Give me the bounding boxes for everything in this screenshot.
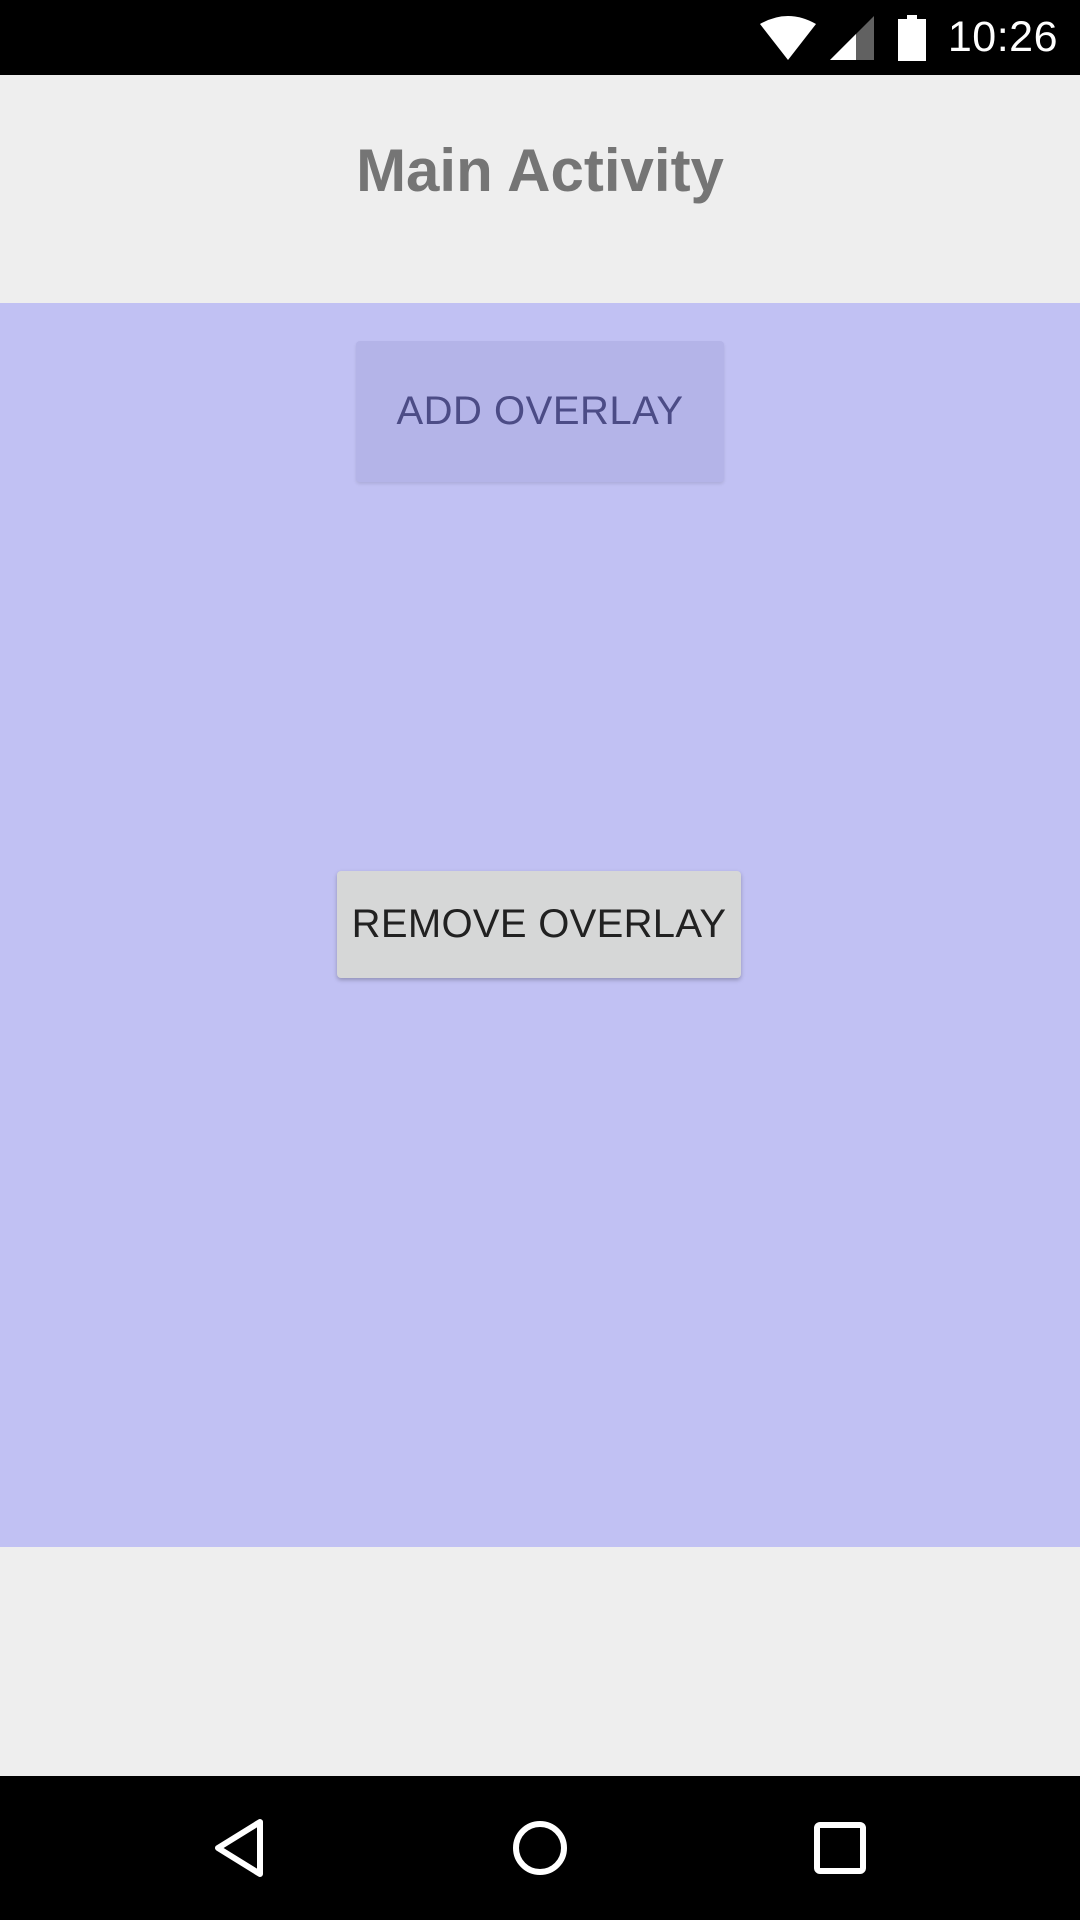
navigation-bar xyxy=(0,1776,1080,1920)
nav-back-button[interactable] xyxy=(140,1776,340,1920)
recents-icon xyxy=(814,1822,866,1874)
nav-home-button[interactable] xyxy=(440,1776,640,1920)
remove-overlay-button[interactable]: REMOVE OVERLAY xyxy=(337,871,741,978)
wifi-icon xyxy=(759,15,816,60)
status-bar: 10:26 xyxy=(0,0,1080,75)
cell-signal-icon xyxy=(829,15,874,60)
nav-recents-button[interactable] xyxy=(740,1776,940,1920)
status-clock: 10:26 xyxy=(947,13,1058,61)
screen: 10:26 Main Activity ADD OVERLAY REMOVE O… xyxy=(0,0,1080,1920)
home-icon xyxy=(513,1821,567,1875)
overlay-panel: ADD OVERLAY REMOVE OVERLAY xyxy=(0,303,1080,1547)
title-area: Main Activity xyxy=(0,75,1080,303)
back-icon xyxy=(215,1819,263,1877)
add-overlay-button[interactable]: ADD OVERLAY xyxy=(356,341,724,482)
battery-icon xyxy=(897,14,926,61)
page-title: Main Activity xyxy=(356,137,724,204)
status-icons: 10:26 xyxy=(759,0,1058,75)
